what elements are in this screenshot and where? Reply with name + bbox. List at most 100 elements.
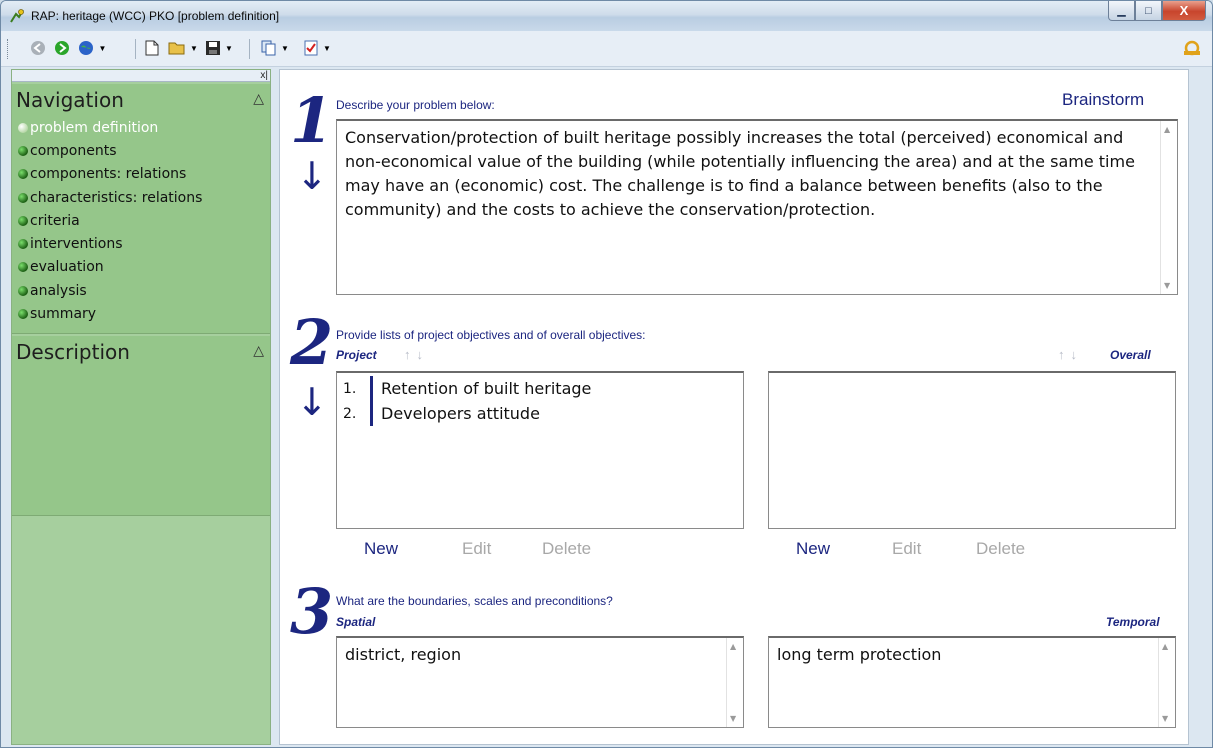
spatial-field[interactable]: district, region ▲ ▼ bbox=[336, 636, 744, 728]
checklist-dropdown[interactable]: ▼ bbox=[299, 39, 335, 57]
close-icon: X bbox=[1179, 3, 1189, 18]
navigation-panel: Navigation △ problem definition componen… bbox=[12, 84, 270, 334]
back-button[interactable] bbox=[29, 39, 47, 57]
overall-delete-button[interactable]: Delete bbox=[976, 539, 1025, 559]
toolbar-separator bbox=[135, 39, 136, 59]
nav-item-evaluation[interactable]: evaluation bbox=[18, 256, 202, 279]
chevron-down-icon: ▼ bbox=[98, 43, 107, 53]
back-icon bbox=[31, 41, 45, 55]
navigation-title: Navigation bbox=[16, 88, 124, 112]
help-button[interactable] bbox=[1181, 39, 1203, 57]
toolbar-grip[interactable] bbox=[7, 39, 9, 59]
overall-sort-arrows[interactable]: ↑↓ bbox=[1058, 347, 1083, 362]
bullet-icon bbox=[18, 285, 28, 296]
scroll-down-icon[interactable]: ▼ bbox=[1164, 281, 1170, 290]
nav-item-label: criteria bbox=[30, 212, 80, 229]
minimize-icon: ▁ bbox=[1117, 5, 1126, 17]
project-objectives-label: Project bbox=[336, 348, 377, 362]
list-item[interactable]: 1. Retention of built heritage bbox=[343, 376, 591, 401]
nav-item-characteristics-relations[interactable]: characteristics: relations bbox=[18, 186, 202, 209]
project-edit-button[interactable]: Edit bbox=[462, 539, 491, 559]
scroll-down-icon[interactable]: ▼ bbox=[730, 714, 736, 723]
scroll-down-icon[interactable]: ▼ bbox=[1162, 714, 1168, 723]
description-title: Description bbox=[16, 340, 130, 364]
nav-item-label: interventions bbox=[30, 236, 123, 253]
sidebar-header: x| bbox=[12, 70, 270, 82]
spatial-text: district, region bbox=[345, 645, 462, 664]
project-objectives-list[interactable]: 1. Retention of built heritage 2. Develope… bbox=[336, 371, 744, 529]
app-window: RAP: heritage (WCC) PKO [problem definit… bbox=[0, 0, 1213, 748]
nav-item-label: characteristics: relations bbox=[30, 189, 203, 206]
nav-item-components-relations[interactable]: components: relations bbox=[18, 163, 202, 186]
open-folder-dropdown[interactable]: ▼ bbox=[165, 39, 201, 57]
project-delete-button[interactable]: Delete bbox=[542, 539, 591, 559]
scroll-up-icon[interactable]: ▲ bbox=[1164, 125, 1170, 134]
close-button[interactable]: X bbox=[1162, 1, 1206, 21]
maximize-button[interactable]: □ bbox=[1135, 1, 1162, 21]
bullet-icon bbox=[18, 169, 28, 180]
help-icon bbox=[1184, 40, 1200, 56]
spatial-scrollbar[interactable]: ▲ ▼ bbox=[726, 638, 743, 727]
scroll-up-icon[interactable]: ▲ bbox=[1162, 642, 1168, 651]
window-controls: ▁ □ X bbox=[1108, 1, 1206, 21]
nav-item-label: analysis bbox=[30, 282, 87, 299]
overall-edit-button[interactable]: Edit bbox=[892, 539, 921, 559]
sidebar-close-icon[interactable]: x| bbox=[260, 70, 268, 81]
nav-item-criteria[interactable]: criteria bbox=[18, 209, 202, 232]
save-dropdown[interactable]: ▼ bbox=[201, 39, 237, 57]
project-sort-arrows[interactable]: ↑↓ bbox=[404, 347, 429, 362]
description-collapse-icon[interactable]: △ bbox=[253, 342, 264, 359]
new-document-icon bbox=[145, 40, 159, 56]
globe-dropdown[interactable]: ▼ bbox=[75, 39, 109, 57]
project-new-button[interactable]: New bbox=[364, 539, 398, 559]
nav-item-summary[interactable]: summary bbox=[18, 302, 202, 325]
problem-description-text: Conservation/protection of built heritag… bbox=[345, 128, 1135, 219]
brainstorm-button[interactable]: Brainstorm bbox=[1062, 90, 1144, 110]
toolbar: ▼ ▼ ▼ ▼ ▼ bbox=[1, 31, 1212, 67]
spatial-label: Spatial bbox=[336, 615, 376, 629]
globe-icon bbox=[78, 41, 93, 55]
nav-item-label: components bbox=[30, 142, 117, 159]
forward-button[interactable] bbox=[53, 39, 71, 57]
bullet-icon bbox=[18, 122, 28, 133]
save-icon bbox=[206, 41, 221, 55]
bullet-icon bbox=[18, 309, 28, 320]
step-1-label: Describe your problem below: bbox=[336, 98, 495, 112]
overall-objectives-list[interactable] bbox=[768, 371, 1176, 529]
chevron-down-icon: ▼ bbox=[225, 43, 233, 53]
nav-item-interventions[interactable]: interventions bbox=[18, 232, 202, 255]
nav-item-label: problem definition bbox=[30, 119, 159, 136]
new-document-button[interactable] bbox=[143, 39, 161, 57]
open-folder-icon bbox=[168, 42, 185, 55]
overall-new-button[interactable]: New bbox=[796, 539, 830, 559]
temporal-field[interactable]: long term protection ▲ ▼ bbox=[768, 636, 1176, 728]
chevron-down-icon: ▼ bbox=[281, 43, 289, 53]
scroll-up-icon[interactable]: ▲ bbox=[730, 642, 736, 651]
maximize-icon: □ bbox=[1145, 4, 1152, 17]
bullet-icon bbox=[18, 215, 28, 226]
nav-item-components[interactable]: components bbox=[18, 139, 202, 162]
description-panel: Description △ bbox=[12, 336, 270, 516]
minimize-button[interactable]: ▁ bbox=[1108, 1, 1135, 21]
chevron-down-icon: ▼ bbox=[190, 43, 198, 53]
navigation-list: problem definition components components… bbox=[18, 116, 202, 326]
bullet-icon bbox=[18, 262, 28, 273]
bullet-icon bbox=[18, 145, 28, 156]
temporal-scrollbar[interactable]: ▲ ▼ bbox=[1158, 638, 1175, 727]
step-1-number: 1 bbox=[290, 84, 334, 157]
copy-dropdown[interactable]: ▼ bbox=[257, 39, 293, 57]
app-icon bbox=[10, 9, 24, 23]
project-objectives-items: 1. Retention of built heritage 2. Develope… bbox=[343, 376, 591, 426]
nav-item-label: components: relations bbox=[30, 166, 187, 183]
nav-item-problem-definition[interactable]: problem definition bbox=[18, 116, 202, 139]
temporal-text: long term protection bbox=[777, 645, 942, 664]
list-item[interactable]: 2. Developers attitude bbox=[343, 401, 591, 426]
problem-description-field[interactable]: Conservation/protection of built heritag… bbox=[336, 119, 1178, 295]
navigation-collapse-icon[interactable]: △ bbox=[253, 90, 264, 107]
step-2-arrow-icon: ↓ bbox=[296, 380, 328, 424]
toolbar-separator bbox=[249, 39, 250, 59]
step-3-label: What are the boundaries, scales and prec… bbox=[336, 594, 613, 608]
problem-description-scrollbar[interactable]: ▲ ▼ bbox=[1160, 121, 1177, 294]
window-title: RAP: heritage (WCC) PKO [problem definit… bbox=[31, 9, 280, 23]
nav-item-analysis[interactable]: analysis bbox=[18, 279, 202, 302]
